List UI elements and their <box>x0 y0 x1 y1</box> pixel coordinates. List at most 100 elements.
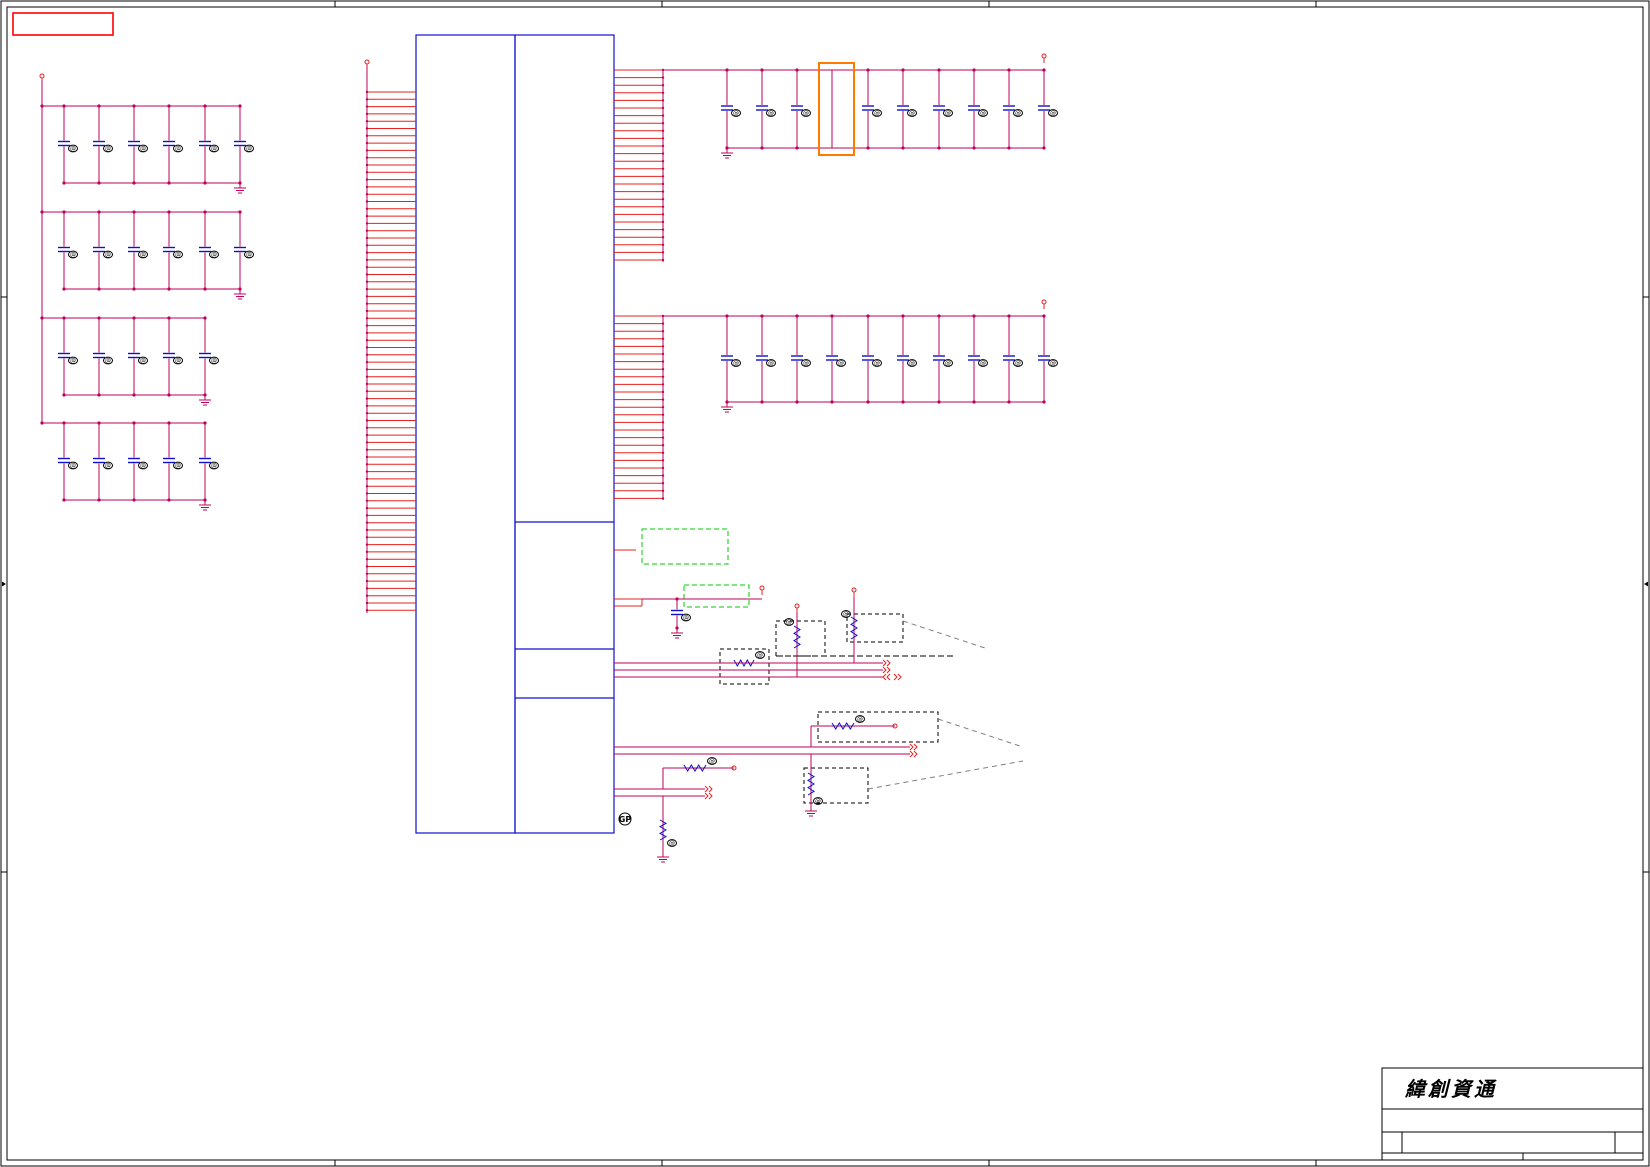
junction-dot <box>365 112 369 116</box>
junction-dot <box>901 400 905 404</box>
junction-dot <box>795 146 799 150</box>
junction-dot <box>365 404 369 408</box>
pad-marker-label: @ <box>105 146 111 153</box>
junction-dot <box>661 474 665 477</box>
pad-marker-label: @ <box>70 358 76 365</box>
junction-dot <box>365 178 369 181</box>
pad-marker-label: @ <box>105 252 111 259</box>
pad-marker-label: @ <box>175 252 181 259</box>
power-pin-icon <box>39 73 45 79</box>
junction-dot <box>661 360 665 363</box>
junction-dot <box>661 398 665 401</box>
junction-dot <box>365 463 369 466</box>
junction-dot <box>203 287 207 291</box>
junction-dot <box>167 316 171 320</box>
junction-dot <box>365 426 369 429</box>
pad-marker-label: @ <box>945 110 951 117</box>
junction-dot <box>661 84 665 87</box>
junction-dot <box>132 287 136 291</box>
junction-dot <box>1042 314 1046 318</box>
junction-dot <box>365 331 369 335</box>
junction-dot <box>62 181 66 185</box>
junction-dot <box>365 419 369 422</box>
junction-dot <box>365 470 369 473</box>
callout-box <box>803 767 869 804</box>
pad-marker-label: @ <box>1050 360 1056 367</box>
junction-dot <box>40 421 44 425</box>
junction-dot <box>661 236 665 239</box>
junction-dot <box>365 558 369 561</box>
junction-dot <box>365 536 369 539</box>
junction-dot <box>365 98 369 101</box>
junction-dot <box>760 146 764 150</box>
pad-marker-label: @ <box>909 360 915 367</box>
junction-dot <box>661 122 665 125</box>
offpage-arrow-icon <box>886 673 891 681</box>
junction-dot <box>365 90 369 94</box>
junction-dot <box>365 236 369 240</box>
junction-dot <box>365 565 369 568</box>
junction-dot <box>97 287 101 291</box>
junction-dot <box>661 489 665 492</box>
sheet-frame <box>0 0 1650 1167</box>
offpage-arrow-icon <box>893 673 898 681</box>
junction-dot <box>40 104 44 108</box>
junction-dot <box>167 181 171 185</box>
pad-marker-label: @ <box>1015 360 1021 367</box>
junction-dot <box>661 190 665 193</box>
pad-marker-label: @ <box>786 619 792 626</box>
junction-dot <box>238 210 242 214</box>
gp-marker-label: GP <box>619 815 632 824</box>
junction-dot <box>132 210 136 214</box>
junction-dot <box>365 572 369 575</box>
pad-marker-label: @ <box>70 463 76 470</box>
junction-dot <box>365 324 369 327</box>
junction-dot <box>203 316 207 320</box>
junction-dot <box>1007 68 1011 72</box>
junction-dot <box>661 337 665 340</box>
junction-dot <box>132 393 136 397</box>
callout-leader <box>937 718 1024 748</box>
junction-dot <box>661 322 665 325</box>
junction-dot <box>365 171 369 174</box>
pad-marker-label: @ <box>803 110 809 117</box>
junction-dot <box>132 498 136 502</box>
junction-dot <box>132 421 136 425</box>
junction-dot <box>795 68 799 72</box>
pad-marker-label: @ <box>843 611 849 618</box>
junction-dot <box>365 492 369 495</box>
power-pin-icon <box>794 603 800 609</box>
junction-dot <box>365 412 369 415</box>
junction-dot <box>365 594 369 597</box>
junction-dot <box>661 137 665 140</box>
annotation-box <box>641 528 729 565</box>
decoupling-capacitor-banks: @ @ @ @ @ @ @ @ @ @ @ @ @ @ @ @ @ @ @ @ @ @ <box>39 73 254 511</box>
junction-dot <box>365 222 369 225</box>
ic-left-section <box>415 34 516 834</box>
offpage-arrow-icon <box>913 743 918 751</box>
junction-dot <box>661 436 665 439</box>
pad-marker-label: @ <box>1015 110 1021 117</box>
junction-dot <box>661 205 665 208</box>
junction-dot <box>365 339 369 342</box>
junction-dot <box>365 528 369 532</box>
junction-dot <box>167 104 171 108</box>
pad-marker-label: @ <box>246 252 252 259</box>
junction-dot <box>365 601 369 605</box>
junction-dot <box>661 428 665 432</box>
junction-dot <box>365 207 369 210</box>
junction-dot <box>937 146 941 150</box>
junction-dot <box>97 210 101 214</box>
junction-dot <box>1007 146 1011 150</box>
junction-dot <box>365 390 369 393</box>
junction-dot <box>365 346 369 349</box>
junction-dot <box>62 316 66 320</box>
junction-dot <box>901 314 905 318</box>
pad-marker-label: @ <box>733 360 739 367</box>
junction-dot <box>167 421 171 425</box>
junction-dot <box>238 104 242 108</box>
pad-marker-label: @ <box>980 110 986 117</box>
junction-dot <box>661 91 665 95</box>
junction-dot <box>365 499 369 502</box>
junction-dot <box>365 514 369 517</box>
